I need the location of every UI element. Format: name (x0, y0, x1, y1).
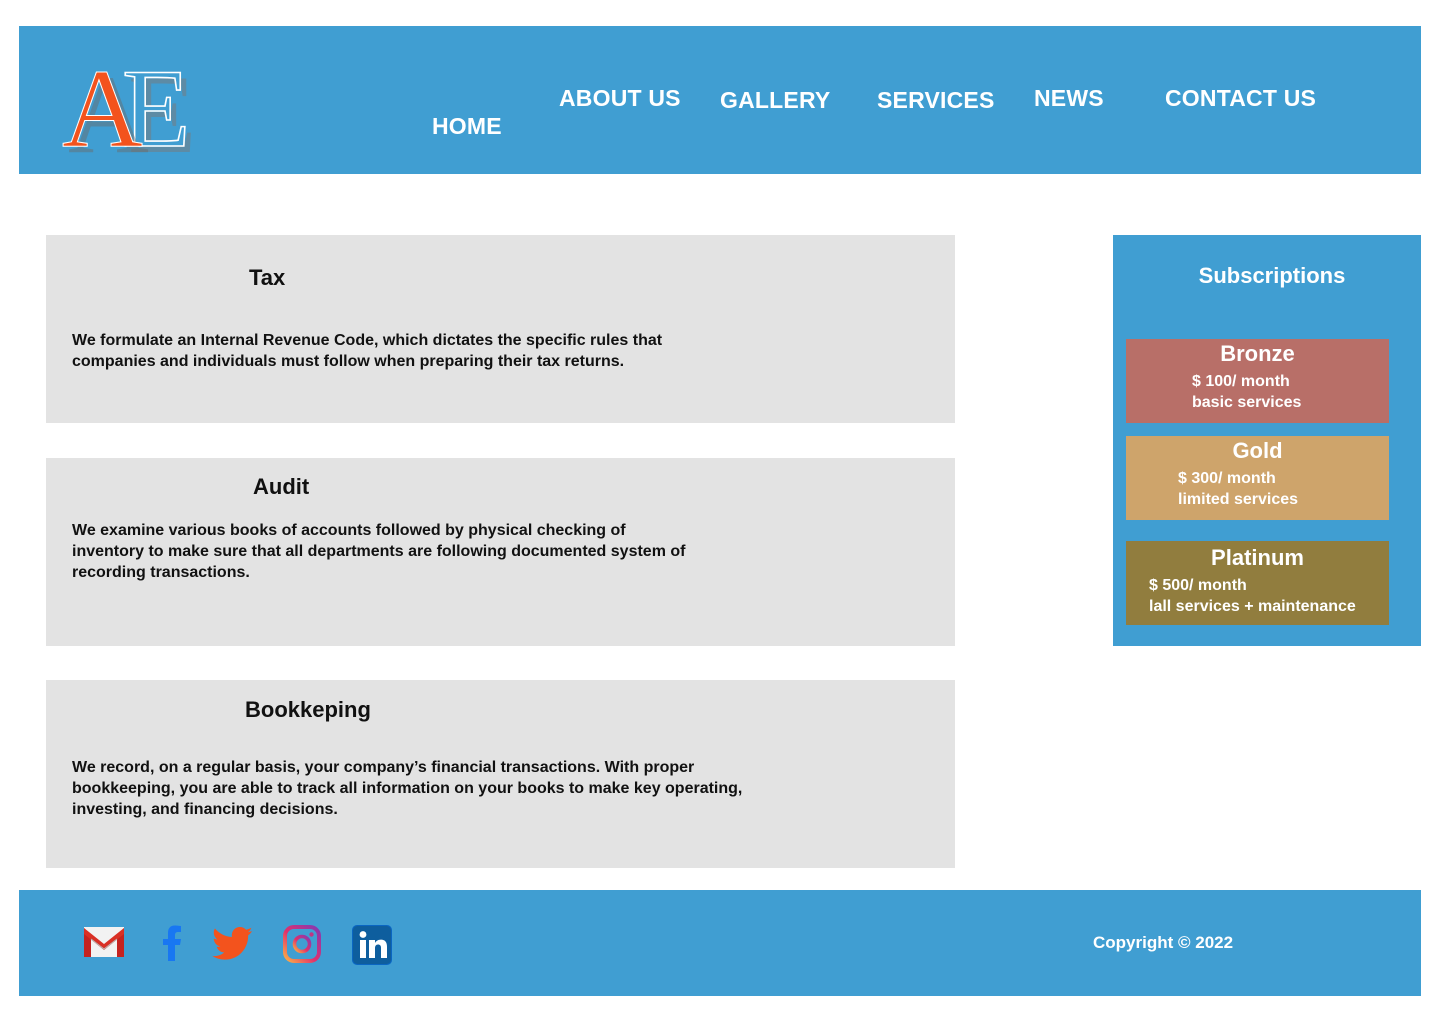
plan-bronze[interactable]: Bronze $ 100/ month basic services (1126, 339, 1389, 423)
plan-description: lall services + maintenance (1149, 598, 1356, 615)
nav-gallery[interactable]: GALLERY (720, 87, 830, 114)
nav-services[interactable]: SERVICES (877, 87, 995, 114)
plan-platinum[interactable]: Platinum $ 500/ month lall services + ma… (1126, 541, 1389, 625)
copyright-text: Copyright © 2022 (1093, 933, 1234, 952)
plan-price: $ 100/ month (1192, 373, 1290, 390)
plan-price: $ 300/ month (1178, 470, 1276, 487)
nav-contact-us[interactable]: CONTACT US (1165, 85, 1316, 112)
subscriptions-title: Subscriptions (1198, 263, 1346, 288)
gmail-icon[interactable] (83, 925, 125, 964)
ae-logo-icon: E E A A (62, 46, 197, 177)
svg-text:A: A (62, 47, 143, 156)
nav-news[interactable]: NEWS (1034, 85, 1104, 112)
site-header: E E A A HOME ABOUT US GALLERY SERVICES N… (19, 26, 1421, 177)
nav-about-us[interactable]: ABOUT US (559, 85, 681, 112)
nav-home[interactable]: HOME (432, 113, 502, 140)
service-title: Bookkeping (245, 697, 371, 722)
service-description: We record, on a regular basis, your comp… (72, 759, 743, 818)
service-card-audit: Audit We examine various books of accoun… (46, 458, 955, 646)
plan-gold[interactable]: Gold $ 300/ month limited services (1126, 436, 1389, 520)
service-description: We examine various books of accounts fol… (72, 522, 686, 581)
plan-price: $ 500/ month (1149, 577, 1247, 594)
twitter-icon[interactable] (212, 927, 254, 966)
plan-name: Gold (1232, 438, 1283, 463)
linkedin-icon[interactable] (352, 925, 392, 970)
subscriptions-panel: Subscriptions Bronze $ 100/ month basic … (1113, 235, 1421, 646)
instagram-icon[interactable] (283, 925, 321, 968)
service-card-bookkeeping: Bookkeping We record, on a regular basis… (46, 680, 955, 868)
plan-description: limited services (1178, 491, 1299, 508)
service-card-tax: Tax We formulate an Internal Revenue Cod… (46, 235, 955, 423)
plan-name: Bronze (1220, 341, 1295, 366)
service-title: Audit (253, 474, 310, 499)
site-footer: Copyright © 2022 (19, 890, 1421, 996)
service-description: We formulate an Internal Revenue Code, w… (72, 332, 663, 370)
service-title: Tax (249, 265, 286, 290)
facebook-icon[interactable] (161, 925, 183, 966)
plan-description: basic services (1192, 394, 1302, 411)
logo[interactable]: E E A A (62, 46, 222, 177)
plan-name: Platinum (1211, 545, 1304, 570)
